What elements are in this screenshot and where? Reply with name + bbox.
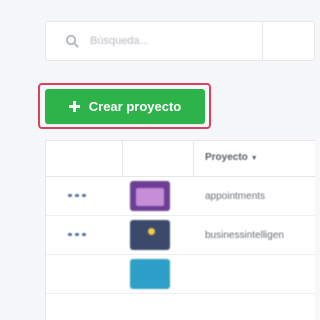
- create-project-label: Crear proyecto: [88, 99, 182, 114]
- more-options-icon[interactable]: [68, 194, 88, 198]
- search-input[interactable]: Búsqueda...: [45, 21, 315, 61]
- search-icon: [65, 34, 79, 48]
- sort-down-icon: ▼: [250, 155, 258, 162]
- column-divider: [193, 141, 194, 177]
- create-project-button[interactable]: Crear proyecto: [45, 89, 205, 124]
- column-divider: [122, 141, 123, 177]
- teal-thumbnail: [130, 259, 170, 289]
- search-divider: [262, 22, 263, 60]
- projects-table: Proyecto ▼ appointments businessintellige…: [45, 140, 315, 320]
- project-name[interactable]: appointments: [205, 191, 265, 202]
- search-placeholder: Búsqueda...: [90, 35, 149, 47]
- lightbulb-thumbnail: [130, 220, 170, 250]
- calendar-thumbnail: [130, 181, 170, 211]
- table-row[interactable]: [46, 255, 315, 294]
- table-row[interactable]: appointments: [46, 177, 315, 216]
- project-name[interactable]: businessintelligen: [205, 230, 284, 241]
- more-options-icon[interactable]: [68, 233, 88, 237]
- plus-icon: [68, 101, 80, 112]
- table-header: Proyecto ▼: [46, 141, 315, 177]
- column-header-project[interactable]: Proyecto ▼: [205, 152, 258, 163]
- table-row[interactable]: businessintelligen: [46, 216, 315, 255]
- column-header-project-label: Proyecto: [205, 152, 248, 163]
